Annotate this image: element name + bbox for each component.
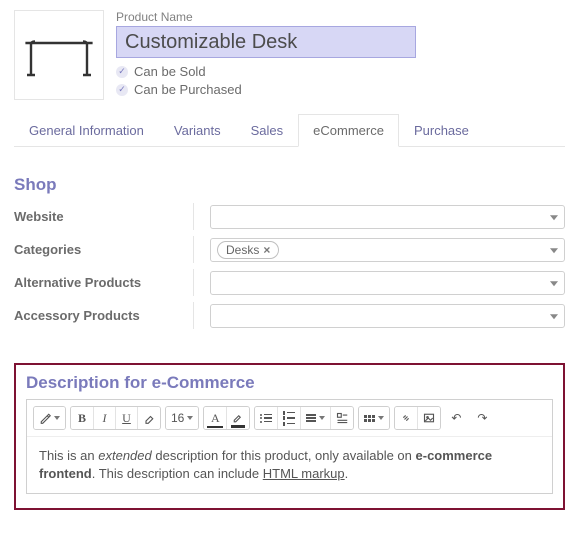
website-label: Website — [14, 203, 194, 230]
image-icon — [423, 412, 435, 424]
unordered-list-button[interactable] — [255, 407, 277, 429]
list-ul-icon — [260, 414, 272, 423]
ordered-list-button[interactable] — [277, 407, 300, 429]
bold-button[interactable]: B — [71, 407, 93, 429]
desc-text-underline: HTML markup — [263, 466, 345, 481]
chevron-down-icon — [550, 314, 558, 319]
tab-variants[interactable]: Variants — [159, 114, 236, 146]
fontsize-value: 16 — [171, 411, 184, 425]
category-tag-desks[interactable]: Desks × — [217, 241, 279, 259]
redo-button[interactable]: ↷ — [471, 407, 493, 429]
paragraph-align-dropdown[interactable] — [300, 407, 330, 429]
underline-button[interactable]: U — [115, 407, 137, 429]
highlight-button[interactable] — [226, 407, 249, 429]
image-button[interactable] — [417, 407, 440, 429]
category-tag-label: Desks — [226, 243, 259, 257]
product-name-label: Product Name — [116, 10, 565, 24]
chevron-down-icon — [187, 416, 193, 420]
categories-select[interactable]: Desks × — [210, 238, 565, 262]
alternative-products-select[interactable] — [210, 271, 565, 295]
product-tabs: General Information Variants Sales eComm… — [14, 114, 565, 147]
link-icon — [400, 412, 412, 424]
accessory-products-label: Accessory Products — [14, 302, 194, 329]
checklist-button[interactable] — [330, 407, 353, 429]
chevron-down-icon — [550, 248, 558, 253]
alternative-products-label: Alternative Products — [14, 269, 194, 296]
chevron-down-icon — [550, 281, 558, 286]
table-dropdown[interactable] — [359, 407, 389, 429]
description-section-title: Description for e-Commerce — [26, 373, 553, 393]
editor-content-area[interactable]: This is an extended description for this… — [27, 437, 552, 493]
highlighter-icon — [232, 412, 244, 424]
remove-tag-icon[interactable]: × — [263, 243, 270, 257]
website-select[interactable] — [210, 205, 565, 229]
accessory-products-select[interactable] — [210, 304, 565, 328]
italic-button[interactable]: I — [93, 407, 115, 429]
clear-format-button[interactable] — [137, 407, 160, 429]
product-image-thumbnail[interactable] — [14, 10, 104, 100]
fontsize-dropdown[interactable]: 16 — [166, 407, 198, 429]
editor-toolbar: B I U 16 A — [27, 400, 552, 437]
categories-label: Categories — [14, 236, 194, 263]
link-button[interactable] — [395, 407, 417, 429]
checklist-icon — [336, 412, 348, 424]
tab-general-information[interactable]: General Information — [14, 114, 159, 146]
pencil-icon — [39, 412, 51, 424]
list-ol-icon — [283, 411, 295, 426]
desc-text-em: extended — [98, 448, 152, 463]
undo-button[interactable]: ↶ — [445, 407, 467, 429]
desc-text: description for this product, only avail… — [152, 448, 416, 463]
can-be-purchased-checkbox[interactable]: ✓ — [116, 84, 128, 96]
eraser-icon — [143, 412, 155, 424]
can-be-purchased-label: Can be Purchased — [134, 82, 242, 97]
tab-ecommerce[interactable]: eCommerce — [298, 114, 399, 147]
tab-purchase[interactable]: Purchase — [399, 114, 484, 146]
align-icon — [306, 414, 316, 422]
chevron-down-icon — [54, 416, 60, 420]
tab-sales[interactable]: Sales — [236, 114, 299, 146]
text-color-button[interactable]: A — [204, 407, 226, 429]
shop-section-title: Shop — [14, 175, 565, 195]
can-be-sold-label: Can be Sold — [134, 64, 206, 79]
desc-text: . — [345, 466, 349, 481]
description-ecommerce-section: Description for e-Commerce B I U — [14, 363, 565, 510]
chevron-down-icon — [319, 416, 325, 420]
desc-text: This is an — [39, 448, 98, 463]
product-name-input[interactable] — [116, 26, 416, 58]
can-be-sold-checkbox[interactable]: ✓ — [116, 66, 128, 78]
style-dropdown[interactable] — [34, 407, 65, 429]
chevron-down-icon — [378, 416, 384, 420]
chevron-down-icon — [550, 215, 558, 220]
table-icon — [364, 415, 375, 422]
desc-text: . This description can include — [92, 466, 263, 481]
